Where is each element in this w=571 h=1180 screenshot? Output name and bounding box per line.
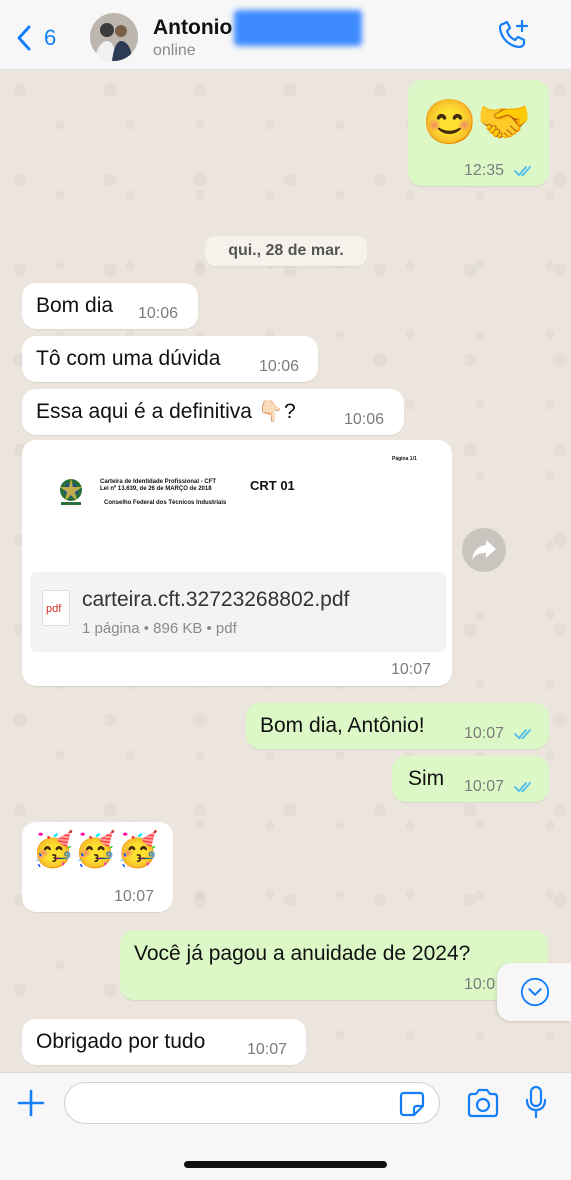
message-text: Essa aqui é a definitiva 👇🏻? — [36, 400, 296, 423]
message-time: 10:07 — [391, 661, 432, 678]
pdf-file-icon: pdf — [42, 590, 70, 626]
contact-name[interactable]: Antonio — [153, 16, 232, 40]
microphone-icon[interactable] — [524, 1085, 548, 1119]
message-time: 10:0 — [464, 976, 496, 993]
message-text: Você já pagou a anuidade de 2024? — [134, 942, 471, 965]
message-text: Obrigado por tudo — [36, 1030, 206, 1053]
scroll-to-bottom-button[interactable] — [497, 963, 571, 1021]
message-time: 12:35 — [464, 162, 505, 179]
preview-code: CRT 01 — [250, 478, 295, 493]
message-time: 10:07 — [114, 888, 155, 905]
message-time: 10:06 — [259, 358, 300, 375]
redacted-surname — [234, 10, 362, 46]
message-outgoing[interactable]: Você já pagou a anuidade de 2024? 10:0 — [120, 930, 548, 1000]
read-ticks-icon — [514, 166, 531, 177]
message-text: Sim — [408, 767, 445, 790]
emoji-content: 😊🤝 — [422, 98, 532, 147]
home-indicator[interactable] — [184, 1161, 387, 1168]
message-text: Bom dia — [36, 294, 114, 317]
emoji-content: 🥳🥳🥳 — [32, 831, 160, 869]
message-time: 10:06 — [344, 411, 385, 428]
plus-icon[interactable] — [16, 1088, 46, 1118]
message-text: Bom dia, Antônio! — [260, 714, 425, 737]
message-outgoing[interactable]: Sim 10:07 — [392, 756, 549, 802]
forward-arrow-icon — [472, 540, 496, 560]
message-outgoing[interactable]: Bom dia, Antônio! 10:07 — [246, 703, 549, 749]
avatar[interactable] — [90, 13, 138, 61]
add-call-icon[interactable] — [496, 18, 530, 52]
preview-title: Carteira de Identidade Profissional - CF… — [100, 479, 217, 485]
read-ticks-icon — [514, 729, 531, 740]
preview-org: Conselho Federal dos Técnicos Industriai… — [104, 500, 227, 506]
document-filename: carteira.cft.32723268802.pdf — [82, 588, 350, 611]
message-text: Tô com uma dúvida — [36, 347, 221, 370]
message-time: 10:07 — [464, 778, 505, 795]
camera-icon[interactable] — [466, 1088, 500, 1118]
unread-count: 6 — [44, 25, 57, 50]
message-time: 10:06 — [138, 305, 179, 322]
contact-status: online — [153, 42, 196, 59]
date-separator: qui., 28 de mar. — [205, 236, 367, 266]
chevron-left-icon — [17, 25, 31, 51]
preview-law: Lei nº 13.639, de 26 de MARÇO de 2018 — [100, 486, 212, 492]
back-button[interactable]: 6 — [14, 22, 74, 54]
message-incoming-emoji[interactable]: 🥳🥳🥳 10:07 — [22, 822, 173, 912]
sticker-icon[interactable] — [398, 1090, 426, 1118]
document-preview[interactable]: Carteira de Identidade Profissional - CF… — [34, 452, 446, 570]
read-ticks-icon — [514, 782, 531, 793]
message-incoming[interactable]: Essa aqui é a definitiva 👇🏻? 10:06 — [22, 389, 404, 435]
message-incoming[interactable]: Obrigado por tudo 10:07 — [22, 1019, 306, 1065]
message-incoming[interactable]: Bom dia 10:06 — [22, 283, 198, 329]
coat-of-arms-icon — [60, 478, 82, 505]
document-info[interactable]: pdf carteira.cft.32723268802.pdf 1 págin… — [30, 572, 446, 652]
message-incoming[interactable]: Tô com uma dúvida 10:06 — [22, 336, 318, 382]
preview-page: Página 1/1 — [392, 456, 417, 462]
forward-button[interactable] — [462, 528, 506, 572]
chat-header: 6 Antonio online — [0, 0, 571, 70]
message-outgoing-emoji[interactable]: 😊🤝 12:35 — [408, 80, 549, 186]
message-time: 10:07 — [464, 725, 505, 742]
message-input[interactable] — [64, 1082, 440, 1124]
document-meta: 1 página • 896 KB • pdf — [82, 620, 237, 637]
message-time: 10:07 — [247, 1041, 288, 1058]
chevron-down-circle-icon — [520, 977, 550, 1007]
